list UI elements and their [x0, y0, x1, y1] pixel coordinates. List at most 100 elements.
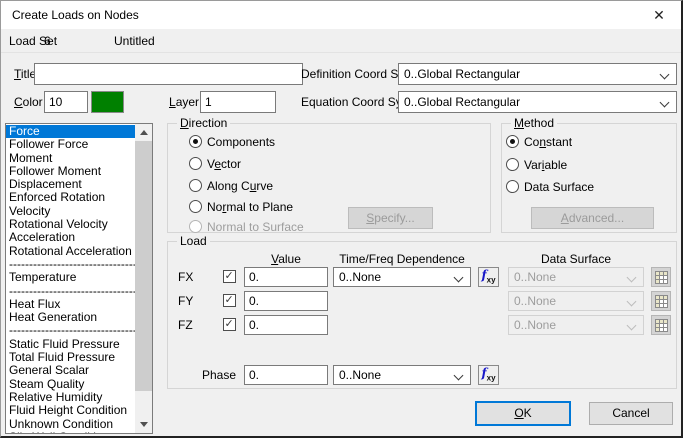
radio-selected-icon [506, 135, 519, 148]
ok-button[interactable]: OK [475, 401, 571, 426]
load-type-list: Force Follower Force Moment Follower Mom… [5, 123, 153, 434]
scroll-down-icon[interactable] [135, 416, 152, 433]
layer-input[interactable] [200, 91, 276, 113]
table-grid-icon [655, 319, 668, 332]
equation-coord-sys-select[interactable]: 0..Global Rectangular [398, 91, 677, 113]
create-loads-on-nodes-dialog: Create Loads on Nodes ✕ Load Set 6 Untit… [0, 0, 683, 438]
title-label: Title [14, 63, 36, 85]
chevron-down-icon [627, 321, 637, 331]
list-item[interactable]: Steam Quality [6, 378, 135, 391]
chevron-down-icon [454, 273, 464, 283]
title-input[interactable] [34, 63, 303, 85]
list-item[interactable]: Rotational Velocity [6, 218, 135, 231]
radio-icon [506, 180, 519, 193]
list-item[interactable]: Acceleration [6, 231, 135, 244]
direction-group-label: Direction [177, 116, 230, 130]
definition-coord-sys-select[interactable]: 0..Global Rectangular [398, 63, 677, 85]
title-bar: Create Loads on Nodes ✕ [1, 1, 681, 29]
list-item[interactable]: Velocity [6, 205, 135, 218]
fx-data-surface-select: 0..None [508, 267, 644, 287]
fz-data-surface-table-button [651, 315, 671, 335]
selected-value: 0..None [514, 268, 621, 286]
selected-value: 0..None [514, 292, 621, 310]
fx-data-surface-table-button [651, 267, 671, 287]
list-item[interactable]: Fluid Height Condition [6, 404, 135, 417]
chevron-down-icon [627, 297, 637, 307]
layer-label: Layer [169, 91, 199, 113]
fx-function-button[interactable]: fxy [478, 267, 499, 287]
load-set-number: 6 [44, 29, 51, 53]
radio-icon [506, 158, 519, 171]
radio-icon [189, 157, 202, 170]
list-item[interactable]: Rotational Acceleration [6, 245, 135, 258]
list-item[interactable]: Unknown Condition [6, 418, 135, 431]
fz-checkbox[interactable]: ✓ [223, 318, 236, 331]
check-icon: ✓ [225, 317, 234, 330]
list-item[interactable]: Follower Moment [6, 165, 135, 178]
check-icon: ✓ [225, 269, 234, 282]
fz-data-surface-select: 0..None [508, 315, 644, 335]
fx-time-freq-select[interactable]: 0..None [333, 267, 471, 287]
load-set-strip: Load Set 6 Untitled [1, 29, 681, 53]
list-item[interactable]: Temperature [6, 271, 135, 284]
selected-value: 0..None [339, 366, 448, 384]
list-item[interactable]: Slip Wall Condition [6, 431, 135, 434]
list-item[interactable]: Relative Humidity [6, 391, 135, 404]
radio-icon-disabled [189, 220, 202, 233]
phase-value-input[interactable] [244, 365, 328, 385]
load-set-name: Untitled [114, 29, 155, 53]
color-input[interactable] [44, 91, 88, 113]
list-item[interactable]: General Scalar [6, 364, 135, 377]
load-group-label: Load [177, 234, 210, 248]
selected-value: 0..Global Rectangular [404, 64, 654, 84]
chevron-down-icon [627, 273, 637, 283]
fy-value-input[interactable] [244, 291, 328, 311]
selected-value: 0..None [339, 268, 448, 286]
equation-coord-sys-label: Equation Coord Sys [301, 91, 392, 113]
specify-button: Specify... [348, 207, 433, 229]
list-item[interactable]: Total Fluid Pressure [6, 351, 135, 364]
list-item[interactable]: Heat Generation [6, 311, 135, 324]
time-freq-column-header: Time/Freq Dependence [333, 252, 471, 266]
radio-selected-icon [189, 135, 202, 148]
color-label: Color [14, 91, 43, 113]
phase-function-button[interactable]: fxy [478, 365, 499, 385]
fx-value-input[interactable] [244, 267, 328, 287]
list-item[interactable]: Displacement [6, 178, 135, 191]
window-title: Create Loads on Nodes [12, 1, 139, 29]
phase-time-freq-select[interactable]: 0..None [333, 365, 471, 385]
table-grid-icon [655, 295, 668, 308]
chevron-down-icon [660, 70, 670, 80]
selected-value: 0..Global Rectangular [404, 92, 654, 112]
value-column-header: Value [244, 252, 328, 266]
list-item-force[interactable]: Force [6, 125, 135, 138]
list-scrollbar[interactable] [135, 124, 152, 433]
close-icon[interactable]: ✕ [639, 1, 679, 29]
list-item[interactable]: Moment [6, 152, 135, 165]
selected-value: 0..None [514, 316, 621, 334]
color-swatch-button[interactable] [91, 91, 124, 113]
list-separator: ---------------------------------- [6, 285, 135, 298]
scroll-up-icon[interactable] [135, 124, 152, 141]
list-item[interactable]: Static Fluid Pressure [6, 338, 135, 351]
advanced-button: Advanced... [531, 207, 654, 229]
list-item[interactable]: Heat Flux [6, 298, 135, 311]
list-item[interactable]: Follower Force [6, 138, 135, 151]
radio-icon [189, 179, 202, 192]
fy-data-surface-table-button [651, 291, 671, 311]
cancel-button[interactable]: Cancel [589, 402, 673, 425]
fy-checkbox[interactable]: ✓ [223, 294, 236, 307]
fx-checkbox[interactable]: ✓ [223, 270, 236, 283]
definition-coord-sys-label: Definition Coord Sys [301, 63, 394, 85]
fz-value-input[interactable] [244, 315, 328, 335]
scrollbar-thumb[interactable] [135, 141, 152, 391]
list-separator: ---------------------------------- [6, 258, 135, 271]
check-icon: ✓ [225, 293, 234, 306]
method-group-label: Method [511, 116, 557, 130]
fy-data-surface-select: 0..None [508, 291, 644, 311]
fy-row-label: FY [178, 291, 198, 311]
table-grid-icon [655, 271, 668, 284]
list-item[interactable]: Enforced Rotation [6, 191, 135, 204]
chevron-down-icon [660, 98, 670, 108]
data-surface-column-header: Data Surface [508, 252, 644, 266]
